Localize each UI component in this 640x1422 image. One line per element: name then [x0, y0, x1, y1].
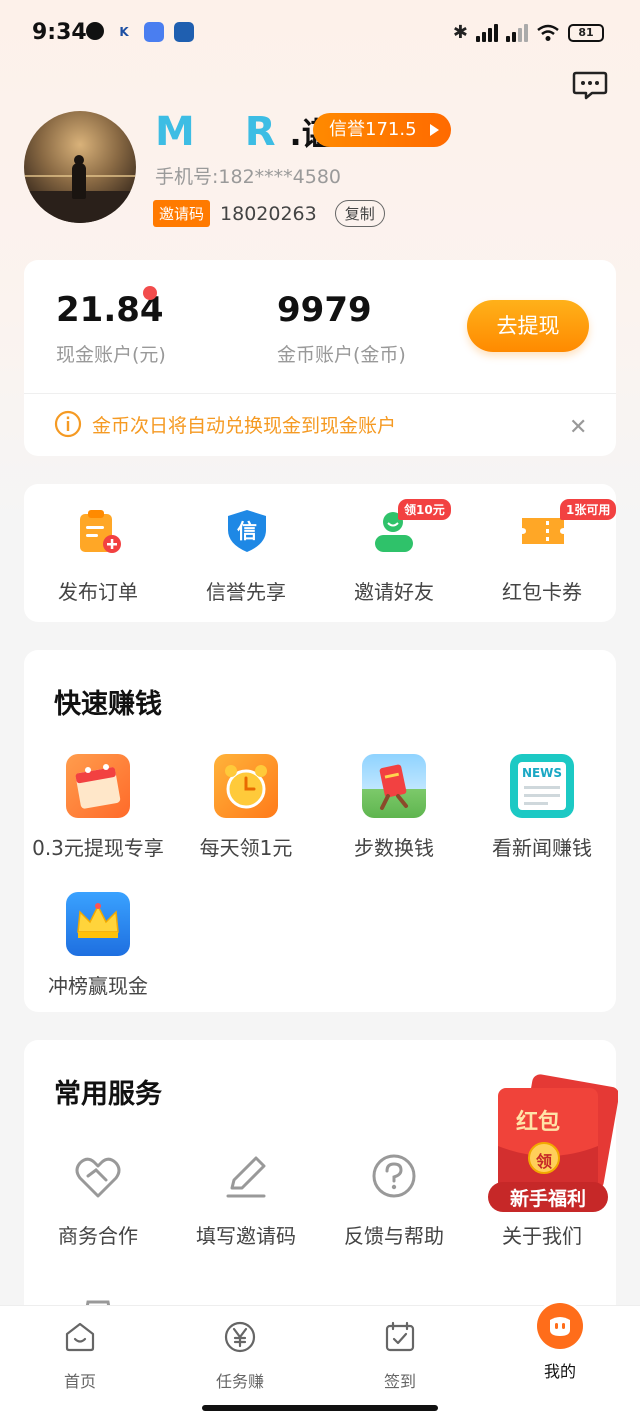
news-icon: NEWS — [510, 754, 574, 818]
app-status-icon-2 — [174, 22, 194, 42]
nav-label: 任务赚 — [215, 1372, 264, 1391]
close-icon[interactable]: ✕ — [569, 415, 587, 440]
message-icon[interactable] — [572, 70, 608, 100]
divider — [24, 393, 616, 394]
account-card: 21.84 现金账户(元) 9979 金币账户(金币) 去提现 金币次日将自动兑… — [24, 260, 616, 456]
k-app-status-icon: K — [119, 25, 129, 39]
credit-label: 信誉171.5 — [329, 119, 417, 140]
home-indicator — [202, 1405, 438, 1411]
signal-icon — [476, 23, 498, 42]
nav-label: 我的 — [543, 1362, 576, 1381]
copy-button[interactable]: 复制 — [334, 200, 385, 227]
nav-label: 首页 — [63, 1372, 96, 1391]
earn-item-label: 每天领1元 — [199, 836, 293, 860]
envelope-center: 领 — [536, 1152, 553, 1171]
invite-badge: 领10元 — [398, 499, 451, 520]
cash-label: 现金账户(元) — [56, 344, 166, 366]
username-prefix: M R — [155, 109, 294, 155]
withdraw-button[interactable]: 去提现 — [467, 300, 589, 352]
yen-coin-icon — [224, 1321, 256, 1353]
section-title: 常用服务 — [54, 1079, 162, 1110]
quick-action-publish-order[interactable]: 发布订单 — [24, 484, 172, 622]
quick-action-credit[interactable]: 信 信誉先享 — [172, 484, 320, 622]
crown-icon — [66, 892, 130, 956]
section-title: 快速赚钱 — [54, 689, 162, 720]
service-label: 反馈与帮助 — [344, 1224, 444, 1248]
quick-action-label: 发布订单 — [58, 580, 138, 604]
earn-item-news[interactable]: NEWS 看新闻赚钱 — [468, 754, 616, 861]
walking-envelope-icon — [362, 754, 426, 818]
calendar-check-icon — [385, 1321, 415, 1352]
svg-text:信: 信 — [237, 519, 257, 543]
battery-icon: 81 — [568, 23, 604, 42]
home-smile-icon — [65, 1322, 95, 1352]
question-icon — [372, 1154, 416, 1198]
calendar-icon — [66, 754, 130, 818]
wifi-icon — [537, 24, 559, 41]
earn-item-label: 冲榜赢现金 — [48, 974, 148, 998]
app-status-icon — [144, 22, 164, 42]
envelope-banner: 新手福利 — [509, 1188, 586, 1210]
invite-tag: 邀请码 — [153, 200, 211, 227]
invite-code: 18020263 — [220, 202, 317, 225]
clipboard-plus-icon — [80, 510, 121, 553]
phone-number: 手机号:182****4580 — [155, 166, 342, 188]
invite-row: 邀请码 18020263 复制 — [153, 200, 385, 227]
alarm-status-icon — [86, 22, 104, 40]
quick-action-invite[interactable]: 领10元 邀请好友 — [320, 484, 468, 622]
coupon-badge: 1张可用 — [560, 499, 617, 520]
alarm-clock-icon — [214, 754, 278, 818]
service-label: 填写邀请码 — [196, 1224, 296, 1248]
envelope-title: 红包 — [516, 1110, 561, 1135]
quick-action-coupon[interactable]: 1张可用 红包卡券 — [468, 484, 617, 622]
profile-face-icon — [534, 1300, 586, 1352]
service-business[interactable]: 商务合作 — [24, 1150, 172, 1249]
service-feedback[interactable]: 反馈与帮助 — [320, 1150, 468, 1249]
info-icon — [54, 410, 82, 438]
notice-text: 金币次日将自动兑换现金到现金账户 — [92, 414, 397, 437]
notice-bar: 金币次日将自动兑换现金到现金账户 — [54, 410, 396, 438]
nav-home[interactable]: 首页 — [30, 1320, 130, 1392]
coin-value: 9979 — [277, 290, 372, 330]
signal-icon-2 — [506, 23, 528, 42]
earn-item-label: 步数换钱 — [354, 836, 434, 860]
earn-item-daily[interactable]: 每天领1元 — [172, 754, 320, 861]
pencil-icon — [226, 1156, 266, 1198]
service-label: 关于我们 — [502, 1224, 582, 1248]
coin-label: 金币账户(金币) — [277, 344, 406, 366]
handshake-heart-icon — [75, 1157, 121, 1198]
arrow-right-icon — [429, 124, 439, 136]
bluetooth-icon: ✱ — [452, 22, 468, 43]
nav-task[interactable]: 任务赚 — [190, 1320, 290, 1392]
notification-dot — [143, 286, 157, 300]
status-bar: 9:34 K ✱ 81 — [0, 0, 640, 66]
status-time: 9:34 — [32, 20, 87, 45]
earn-item-rank[interactable]: 冲榜赢现金 — [24, 892, 172, 999]
quick-action-label: 红包卡券 — [502, 580, 582, 604]
quick-action-label: 邀请好友 — [354, 580, 434, 604]
username: M R .谌 — [155, 109, 334, 155]
earn-item-withdraw[interactable]: 0.3元提现专享 — [24, 754, 172, 861]
quick-actions-card: 发布订单 信 信誉先享 领10元 邀请好友 1张可用 红包卡券 — [24, 484, 617, 622]
service-label: 商务合作 — [58, 1224, 138, 1248]
nav-label: 签到 — [383, 1372, 416, 1391]
earn-item-steps[interactable]: 步数换钱 — [320, 754, 468, 861]
earn-item-label: 看新闻赚钱 — [492, 836, 592, 860]
shield-credit-icon: 信 — [228, 510, 266, 552]
news-icon-text: NEWS — [521, 766, 563, 780]
quick-action-label: 信誉先享 — [206, 580, 286, 604]
nav-mine[interactable]: 我的 — [510, 1298, 610, 1382]
service-invite-code[interactable]: 填写邀请码 — [172, 1150, 320, 1249]
earn-section: 快速赚钱 0.3元提现专享 每天领1元 步数换钱 NEWS 看新闻赚钱 冲榜赢现… — [24, 650, 616, 1012]
newbie-red-envelope[interactable]: 红包 领 新手福利 — [488, 1074, 620, 1214]
avatar[interactable] — [24, 111, 136, 223]
credit-badge[interactable]: 信誉171.5 — [313, 113, 451, 147]
earn-item-label: 0.3元提现专享 — [32, 836, 164, 860]
nav-checkin[interactable]: 签到 — [350, 1320, 450, 1392]
